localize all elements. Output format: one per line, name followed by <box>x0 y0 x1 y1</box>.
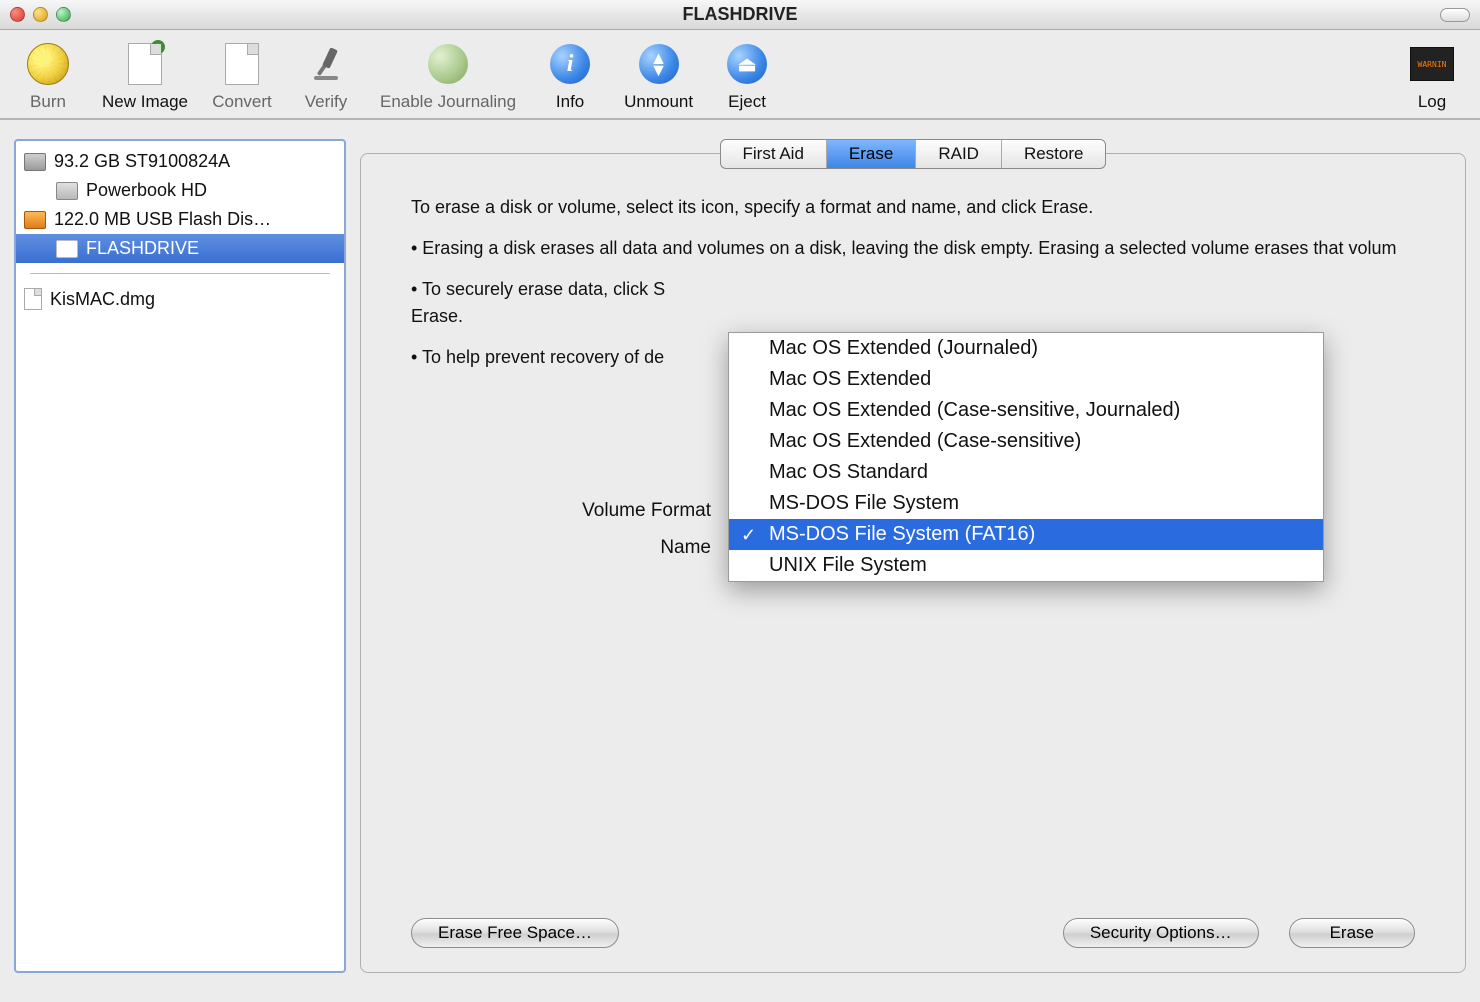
sidebar-disk-internal-label: 93.2 GB ST9100824A <box>54 151 230 172</box>
erase-button-row: Erase Free Space… Security Options… Eras… <box>361 918 1465 948</box>
usb-drive-icon <box>24 211 46 229</box>
convert-icon <box>225 43 259 85</box>
tab-raid[interactable]: RAID <box>916 140 1002 168</box>
format-option[interactable]: Mac OS Extended (Case-sensitive, Journal… <box>729 395 1323 426</box>
new-image-label: New Image <box>102 92 188 112</box>
device-sidebar: 93.2 GB ST9100824A Powerbook HD 122.0 MB… <box>14 139 346 973</box>
info-icon: i <box>550 44 590 84</box>
zoom-window-button[interactable] <box>56 7 71 22</box>
format-option[interactable]: Mac OS Extended (Case-sensitive) <box>729 426 1323 457</box>
format-option-selected[interactable]: ✓ MS-DOS File System (FAT16) <box>729 519 1323 550</box>
unmount-button[interactable]: ▲▼ Unmount <box>624 40 693 112</box>
erase-button[interactable]: Erase <box>1289 918 1415 948</box>
erase-free-space-button[interactable]: Erase Free Space… <box>411 918 619 948</box>
volume-format-dropdown[interactable]: Mac OS Extended (Journaled) Mac OS Exten… <box>728 332 1324 582</box>
info-button[interactable]: i Info <box>540 40 600 112</box>
journaling-icon <box>428 44 468 84</box>
eject-icon: ⏏ <box>727 44 767 84</box>
format-option[interactable]: UNIX File System <box>729 550 1323 581</box>
tabs-row: First Aid Erase RAID Restore <box>360 139 1466 169</box>
tab-first-aid[interactable]: First Aid <box>721 140 827 168</box>
verify-icon <box>306 44 346 84</box>
toolbar-toggle-button[interactable] <box>1440 8 1470 22</box>
log-label: Log <box>1418 92 1446 112</box>
sidebar-disk-internal[interactable]: 93.2 GB ST9100824A <box>16 147 344 176</box>
sidebar-disk-usb-label: 122.0 MB USB Flash Dis… <box>54 209 271 230</box>
security-options-button[interactable]: Security Options… <box>1063 918 1259 948</box>
sidebar-divider <box>30 273 330 274</box>
close-window-button[interactable] <box>10 7 25 22</box>
window-titlebar: FLASHDRIVE <box>0 0 1480 30</box>
log-button[interactable]: WARNIN Log <box>1402 40 1462 112</box>
traffic-lights <box>10 7 71 22</box>
eject-button[interactable]: ⏏ Eject <box>717 40 777 112</box>
verify-label: Verify <box>305 92 348 112</box>
sidebar-disk-usb[interactable]: 122.0 MB USB Flash Dis… <box>16 205 344 234</box>
eject-label: Eject <box>728 92 766 112</box>
format-option[interactable]: Mac OS Extended <box>729 364 1323 395</box>
erase-intro: To erase a disk or volume, select its ic… <box>411 194 1415 221</box>
verify-button[interactable]: Verify <box>296 40 356 112</box>
unmount-icon: ▲▼ <box>639 44 679 84</box>
format-option[interactable]: MS-DOS File System <box>729 488 1323 519</box>
tab-bar: First Aid Erase RAID Restore <box>720 139 1107 169</box>
erase-bullet-2: • To securely erase data, click S <box>411 276 1415 303</box>
info-label: Info <box>556 92 584 112</box>
volume-icon <box>56 240 78 258</box>
format-option[interactable]: Mac OS Standard <box>729 457 1323 488</box>
burn-label: Burn <box>30 92 66 112</box>
volume-format-label: Volume Format <box>411 497 711 526</box>
hard-drive-icon <box>24 153 46 171</box>
burn-button[interactable]: Burn <box>18 40 78 112</box>
journaling-label: Enable Journaling <box>380 92 516 112</box>
tab-erase[interactable]: Erase <box>827 140 916 168</box>
erase-bullet-2b: Erase. <box>411 303 1415 330</box>
volume-name-label: Name <box>411 534 711 563</box>
sidebar-volume-powerbook-label: Powerbook HD <box>86 180 207 201</box>
sidebar-volume-flashdrive[interactable]: FLASHDRIVE <box>16 234 344 263</box>
convert-label: Convert <box>212 92 272 112</box>
unmount-label: Unmount <box>624 92 693 112</box>
sidebar-dmg-kismac-label: KisMAC.dmg <box>50 289 155 310</box>
convert-button[interactable]: Convert <box>212 40 272 112</box>
format-option[interactable]: Mac OS Extended (Journaled) <box>729 333 1323 364</box>
format-option-selected-label: MS-DOS File System (FAT16) <box>769 523 1035 545</box>
new-image-icon: + <box>128 43 162 85</box>
checkmark-icon: ✓ <box>741 525 756 546</box>
toolbar-divider <box>0 119 1480 129</box>
tab-restore[interactable]: Restore <box>1002 140 1106 168</box>
new-image-button[interactable]: + New Image <box>102 40 188 112</box>
sidebar-dmg-kismac[interactable]: KisMAC.dmg <box>16 284 344 314</box>
log-icon: WARNIN <box>1410 47 1454 81</box>
volume-icon <box>56 182 78 200</box>
toolbar: Burn + New Image Convert Verify Enable J… <box>0 30 1480 119</box>
minimize-window-button[interactable] <box>33 7 48 22</box>
enable-journaling-button[interactable]: Enable Journaling <box>380 40 516 112</box>
burn-icon <box>27 43 69 85</box>
sidebar-volume-flashdrive-label: FLASHDRIVE <box>86 238 199 259</box>
window-title: FLASHDRIVE <box>0 4 1480 25</box>
erase-bullet-1: • Erasing a disk erases all data and vol… <box>411 235 1415 262</box>
dmg-icon <box>24 288 42 310</box>
sidebar-volume-powerbook[interactable]: Powerbook HD <box>16 176 344 205</box>
